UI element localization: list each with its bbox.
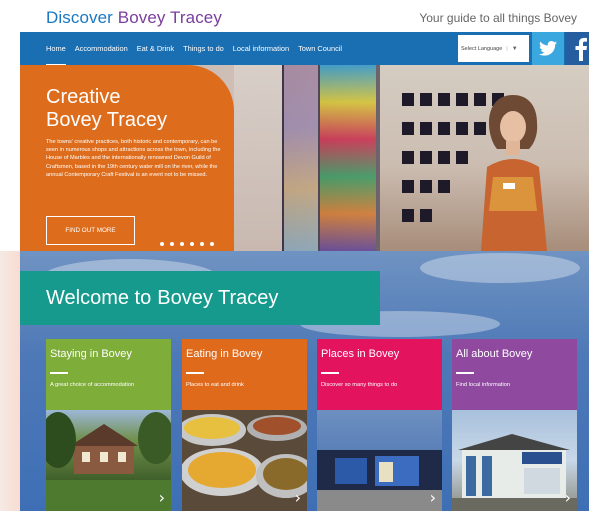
welcome-text: Welcome to bbox=[46, 286, 152, 309]
card-staying[interactable]: Staying in Bovey A great choice of accomm… bbox=[46, 339, 171, 511]
card-subtitle: Find local information bbox=[456, 382, 511, 388]
nav-item-eat-drink[interactable]: Eat & Drink bbox=[137, 44, 174, 53]
card-header: All about Bovey Find local information bbox=[452, 339, 577, 410]
slider-dot[interactable] bbox=[190, 242, 194, 246]
chevron-right-icon: › bbox=[158, 488, 165, 507]
chevron-down-icon: ▼ bbox=[511, 45, 518, 52]
logo-text-bovey: Bovey Tracey bbox=[117, 8, 222, 27]
card-about[interactable]: All about Bovey Find local information › bbox=[452, 339, 577, 511]
slider-pagination bbox=[160, 242, 214, 246]
card-header: Places in Bovey Discover so many things t… bbox=[317, 339, 442, 410]
welcome-section: Welcome to Bovey Tracey Staying in Bovey … bbox=[0, 251, 589, 511]
hero-title-line1: Creative bbox=[46, 86, 121, 108]
card-title: Places in Bovey bbox=[321, 348, 400, 360]
main-navbar: Home Accommodation Eat & Drink Things to… bbox=[20, 32, 589, 67]
twitter-button[interactable] bbox=[532, 32, 564, 65]
slider-dot[interactable] bbox=[170, 242, 174, 246]
card-photo-information-centre: › bbox=[452, 410, 577, 511]
logo-text-discover: Discover bbox=[46, 8, 113, 27]
card-header: Staying in Bovey A great choice of accomm… bbox=[46, 339, 171, 410]
cloud-decoration bbox=[420, 253, 580, 283]
chevron-right-icon: › bbox=[294, 488, 301, 507]
twitter-bird-icon bbox=[539, 41, 557, 56]
card-places[interactable]: Places in Bovey Discover so many things t… bbox=[317, 339, 442, 511]
card-photo-food: › bbox=[182, 410, 307, 511]
chevron-right-icon: › bbox=[564, 488, 571, 507]
card-subtitle: A great choice of accommodation bbox=[50, 382, 135, 388]
card-title: Eating in Bovey bbox=[186, 348, 263, 360]
site-logo[interactable]: Discover Bovey Tracey bbox=[46, 8, 222, 28]
slider-dot[interactable] bbox=[160, 242, 164, 246]
card-title: Staying in Bovey bbox=[50, 348, 132, 360]
nav-item-things-to-do[interactable]: Things to do bbox=[183, 44, 224, 53]
nav-item-town-council[interactable]: Town Council bbox=[298, 44, 342, 53]
hero-title-line2: Bovey Tracey bbox=[46, 109, 168, 131]
facebook-f-icon bbox=[575, 37, 587, 61]
card-subtitle: Discover so many things to do bbox=[321, 382, 398, 388]
hero-description: The towns' creative practices, both hist… bbox=[46, 139, 221, 178]
hero-caption-panel: Creative Bovey Tracey The towns' creativ… bbox=[20, 65, 234, 251]
language-selector-label: Select Language bbox=[461, 45, 503, 52]
facebook-button[interactable] bbox=[565, 32, 589, 65]
slider-dot[interactable] bbox=[210, 242, 214, 246]
welcome-banner: Welcome to Bovey Tracey bbox=[20, 271, 380, 325]
welcome-town-name: Bovey Tracey bbox=[157, 286, 279, 309]
slider-dot[interactable] bbox=[200, 242, 204, 246]
hero-slider: Creative Bovey Tracey The towns' creativ… bbox=[20, 65, 589, 251]
page-edge-decoration bbox=[0, 251, 20, 511]
site-tagline: Your guide to all things Bovey bbox=[419, 11, 577, 25]
chevron-right-icon: › bbox=[429, 488, 436, 507]
card-title: All about Bovey bbox=[456, 348, 533, 360]
card-divider bbox=[456, 372, 474, 374]
nav-item-home[interactable]: Home bbox=[46, 44, 66, 67]
card-divider bbox=[50, 372, 68, 374]
nav-item-local-information[interactable]: Local information bbox=[233, 44, 289, 53]
slider-dot[interactable] bbox=[180, 242, 184, 246]
card-header: Eating in Bovey Places to eat and drink bbox=[182, 339, 307, 410]
hero-person-image bbox=[481, 95, 547, 251]
card-divider bbox=[321, 372, 339, 374]
language-selector-divider: | bbox=[506, 45, 508, 52]
nav-item-accommodation[interactable]: Accommodation bbox=[75, 44, 128, 53]
card-photo-house: › bbox=[46, 410, 171, 511]
find-out-more-button[interactable]: FIND OUT MORE bbox=[46, 216, 135, 245]
card-divider bbox=[186, 372, 204, 374]
card-photo-building: › bbox=[317, 410, 442, 511]
language-selector[interactable]: Select Language | ▼ bbox=[458, 35, 529, 62]
card-eating[interactable]: Eating in Bovey Places to eat and drink › bbox=[182, 339, 307, 511]
nav-menu: Home Accommodation Eat & Drink Things to… bbox=[46, 32, 351, 67]
card-subtitle: Places to eat and drink bbox=[186, 382, 244, 388]
